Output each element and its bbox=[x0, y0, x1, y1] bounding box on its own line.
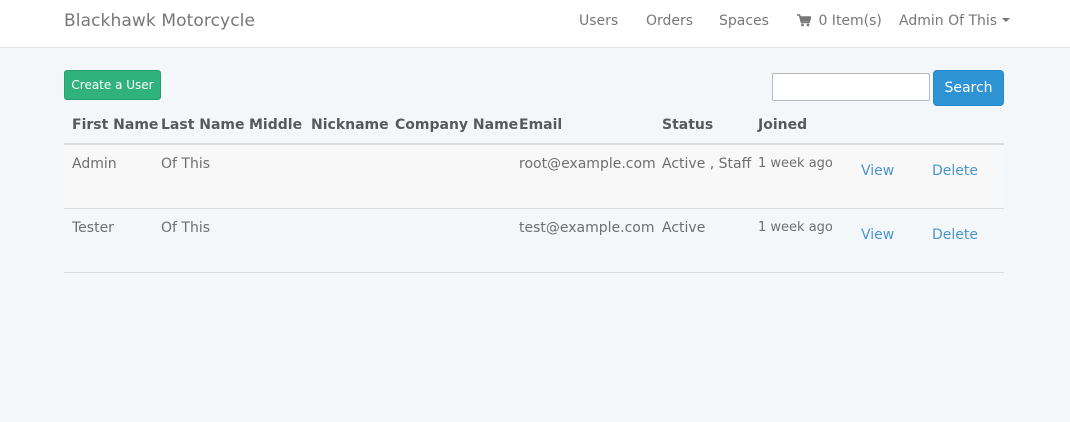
cell-status: Active , Staff bbox=[662, 156, 752, 172]
cell-status: Active bbox=[662, 220, 706, 236]
header-nickname: Nickname bbox=[311, 117, 389, 133]
header-last-name: Last Name bbox=[161, 117, 245, 133]
users-table: First Name Last Name Middle Nickname Com… bbox=[64, 106, 1004, 273]
cart-count-label: 0 Item(s) bbox=[818, 13, 882, 29]
cell-first-name: Admin bbox=[72, 156, 117, 172]
cell-first-name: Tester bbox=[72, 220, 114, 236]
nav-cart-link[interactable]: 0 Item(s) bbox=[797, 13, 882, 29]
table-row: Tester Of This test@example.com Active 1… bbox=[64, 209, 1004, 273]
view-user-link[interactable]: View bbox=[861, 163, 894, 179]
cell-last-name: Of This bbox=[161, 220, 211, 236]
delete-user-link[interactable]: Delete bbox=[932, 163, 978, 179]
nav-spaces-link[interactable]: Spaces bbox=[719, 13, 769, 29]
header-first-name: First Name bbox=[72, 117, 159, 133]
header-email: Email bbox=[519, 117, 563, 133]
caret-down-icon bbox=[1002, 18, 1011, 22]
table-header: First Name Last Name Middle Nickname Com… bbox=[64, 106, 1004, 145]
top-navbar: Blackhawk Motorcycle Users Orders Spaces… bbox=[0, 0, 1070, 48]
cell-email: root@example.com bbox=[519, 156, 656, 172]
header-status: Status bbox=[662, 117, 714, 133]
cell-joined: 1 week ago bbox=[758, 220, 833, 235]
nav-orders-link[interactable]: Orders bbox=[646, 13, 693, 29]
header-company-name: Company Name bbox=[395, 117, 519, 133]
header-joined: Joined bbox=[758, 117, 808, 133]
nav-users-link[interactable]: Users bbox=[579, 13, 618, 29]
delete-user-link[interactable]: Delete bbox=[932, 227, 978, 243]
brand-link[interactable]: Blackhawk Motorcycle bbox=[64, 11, 255, 31]
create-user-button[interactable]: Create a User bbox=[64, 70, 161, 100]
header-middle: Middle bbox=[249, 117, 303, 133]
account-name: Admin Of This bbox=[899, 13, 998, 29]
view-user-link[interactable]: View bbox=[861, 227, 894, 243]
table-row: Admin Of This root@example.com Active , … bbox=[64, 145, 1004, 209]
search-input[interactable] bbox=[772, 73, 930, 101]
shopping-cart-icon bbox=[797, 13, 818, 29]
cell-joined: 1 week ago bbox=[758, 156, 833, 171]
search-button[interactable]: Search bbox=[933, 70, 1004, 106]
cell-last-name: Of This bbox=[161, 156, 211, 172]
account-dropdown[interactable]: Admin Of This bbox=[899, 13, 1011, 29]
cell-email: test@example.com bbox=[519, 220, 655, 236]
